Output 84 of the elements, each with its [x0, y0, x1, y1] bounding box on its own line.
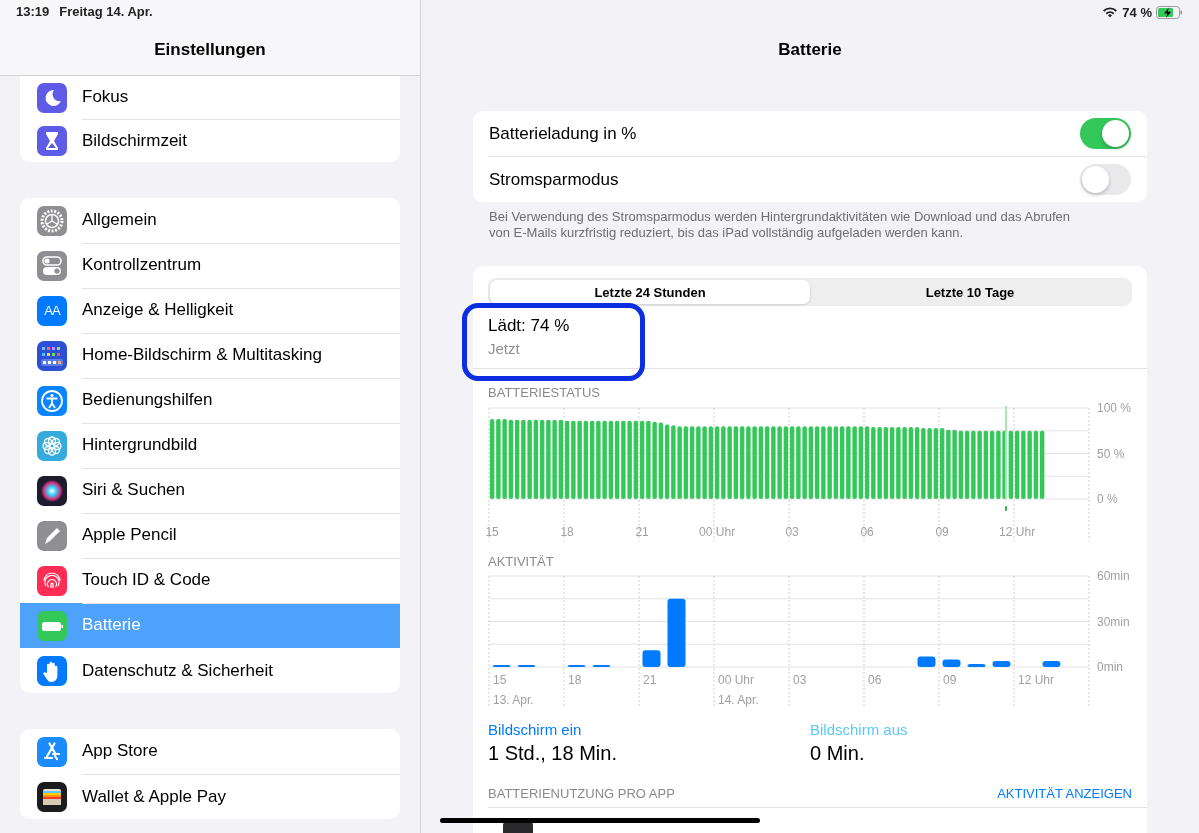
sidebar-item[interactable]: Datenschutz & Sicherheit — [20, 648, 400, 693]
stat-label: Bildschirm ein — [488, 720, 582, 740]
sidebar-item[interactable]: Touch ID & Code — [20, 558, 400, 603]
axis-label: 100 % — [1097, 401, 1132, 415]
toggle-label: Stromsparmodus — [489, 169, 619, 190]
axis-label: 21 — [643, 673, 657, 687]
bar — [967, 663, 986, 667]
sidebar-item[interactable]: Hintergrundbild — [20, 423, 400, 468]
toggle-label: Batterieladung in % — [489, 123, 637, 144]
hourglass-icon — [37, 125, 67, 156]
hand-icon — [37, 655, 67, 686]
accessibility-icon — [37, 385, 67, 416]
toggle-switches-icon — [37, 250, 67, 281]
sidebar-item[interactable]: Bildschirmzeit — [20, 119, 400, 162]
toggle-switch[interactable] — [1080, 164, 1131, 195]
axis-label: 60min — [1097, 569, 1130, 583]
axis-label: 15 — [485, 525, 499, 539]
charge-status: Lädt: 74 % — [488, 315, 570, 337]
sidebar-item[interactable]: Apple Pencil — [20, 513, 400, 558]
charge-time: Jetzt — [488, 339, 520, 359]
sidebar-item[interactable]: Wallet & Apple Pay — [20, 774, 400, 819]
section-heading: BATTERIENUTZUNG PRO APP — [488, 786, 675, 801]
moon-icon — [37, 82, 67, 113]
status-date: Freitag 14. Apr. — [59, 4, 153, 20]
gear-icon — [37, 205, 67, 236]
sidebar-title: Einstellungen — [153, 40, 267, 60]
sidebar-item[interactable]: App Store — [20, 729, 400, 774]
sidebar-item[interactable]: Allgemein — [20, 198, 400, 243]
sidebar-item[interactable]: Bedienungshilfen — [20, 378, 400, 423]
axis-label: 18 — [568, 673, 582, 687]
orb-icon — [37, 475, 67, 506]
sidebar-item[interactable]: AA Anzeige & Helligkeit — [20, 288, 400, 333]
toggle-switch[interactable] — [1080, 118, 1131, 149]
stat-label: Bildschirm aus — [810, 720, 908, 740]
app-grid-icon — [37, 340, 67, 371]
axis-label: 03 — [793, 673, 807, 687]
stat-value: 1 Std., 18 Min. — [488, 741, 617, 766]
bar — [642, 650, 661, 667]
bar — [667, 598, 686, 667]
battery-percentage: 74 % — [1122, 4, 1152, 20]
app-store-icon — [37, 736, 67, 767]
axis-label: 0min — [1097, 660, 1123, 674]
date-label: 13. Apr. — [493, 693, 534, 707]
sidebar-item[interactable]: Kontrollzentrum — [20, 243, 400, 288]
sidebar-item[interactable]: Home-Bildschirm & Multitasking — [20, 333, 400, 378]
axis-label: 03 — [785, 525, 799, 539]
axis-label: 00 Uhr — [718, 673, 755, 687]
axis-label: 15 — [493, 673, 507, 687]
axis-label: 09 — [943, 673, 957, 687]
axis-label: 12 Uhr — [999, 525, 1036, 539]
axis-label: 50 % — [1097, 446, 1125, 461]
sidebar-item[interactable]: Fokus — [20, 76, 400, 119]
date-label: 14. Apr. — [718, 693, 759, 707]
footnote-text: Bei Verwendung des Stromsparmodus werden Hintergrundaktivitäten wie Download und das Abrufen von E-Mails kurzfristig reduziert, bis das iPad vollständig aufgeladen werden kann. — [488, 208, 1071, 241]
axis-label: 06 — [868, 673, 882, 687]
axis-label: 30min — [1097, 614, 1130, 629]
segment-tab[interactable]: Letzte 10 Tage — [810, 280, 1130, 304]
stat-value: 0 Min. — [810, 741, 865, 766]
show-activity-link[interactable]: AKTIVITÄT ANZEIGEN — [997, 786, 1132, 801]
wallet-icon — [37, 781, 67, 812]
text-size-icon: AA — [37, 295, 67, 326]
segment-tab[interactable]: Letzte 24 Stunden — [490, 280, 810, 304]
axis-label: 12 Uhr — [1018, 673, 1055, 687]
page-title: Batterie — [777, 40, 843, 60]
sidebar-item[interactable]: Siri & Suchen — [20, 468, 400, 513]
axis-label: 06 — [860, 525, 874, 539]
axis-label: 00 Uhr — [699, 525, 736, 539]
axis-label: 09 — [935, 525, 949, 539]
bar — [942, 659, 961, 667]
chart-title: AKTIVITÄT — [488, 554, 554, 570]
pencil-icon — [37, 520, 67, 551]
axis-label: 18 — [560, 525, 574, 539]
axis-label: 0 % — [1097, 492, 1118, 506]
bar — [917, 656, 936, 667]
battery-icon — [37, 610, 67, 641]
battery-charging-icon — [1156, 5, 1183, 19]
bar — [992, 660, 1011, 667]
flower-icon — [37, 430, 67, 461]
bar — [1042, 660, 1061, 667]
wifi-icon — [1102, 6, 1119, 18]
status-time: 13:19 — [16, 4, 50, 20]
chart-title: BATTERIESTATUS — [488, 385, 600, 401]
axis-label: 21 — [635, 525, 649, 539]
fingerprint-icon — [37, 565, 67, 596]
